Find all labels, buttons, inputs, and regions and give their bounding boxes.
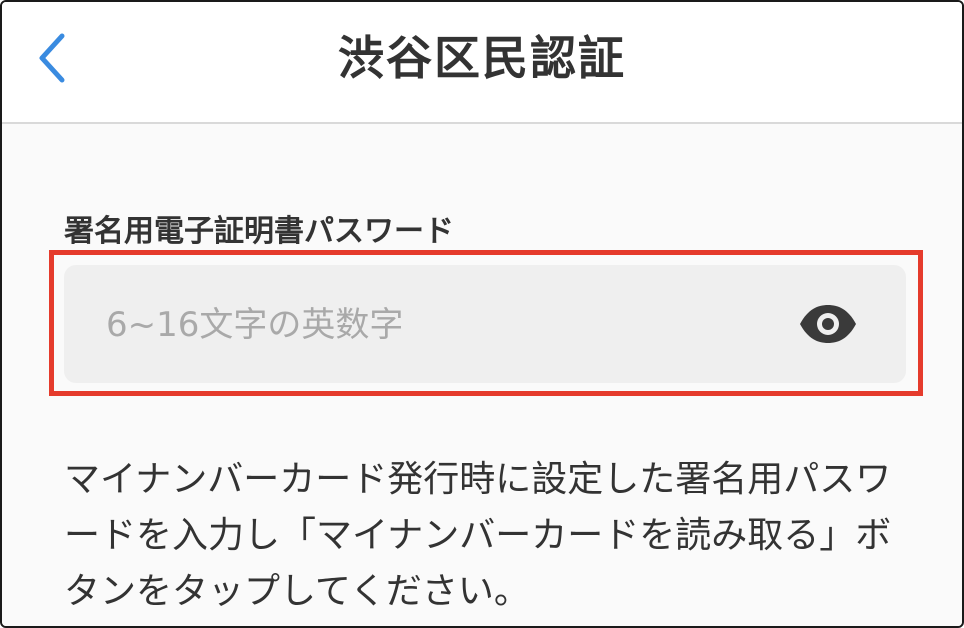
password-input[interactable] — [104, 265, 788, 385]
eye-icon — [800, 305, 856, 343]
password-label: 署名用電子証明書パスワード — [64, 214, 454, 249]
instruction-text: マイナンバーカード発行時に設定した署名用パスワードを入力し「マイナンバーカードを… — [64, 459, 892, 612]
header-bar: 渋谷区民認証 — [2, 2, 962, 124]
app-screen: 渋谷区民認証 署名用電子証明書パスワード マイナンバーカード発行時に設定した署名… — [0, 0, 964, 628]
page-title: 渋谷区民認証 — [338, 31, 626, 85]
main-content: 署名用電子証明書パスワード マイナンバーカード発行時に設定した署名用パスワードを… — [2, 124, 962, 626]
visibility-toggle-button[interactable] — [798, 303, 858, 345]
password-field[interactable] — [64, 265, 906, 385]
